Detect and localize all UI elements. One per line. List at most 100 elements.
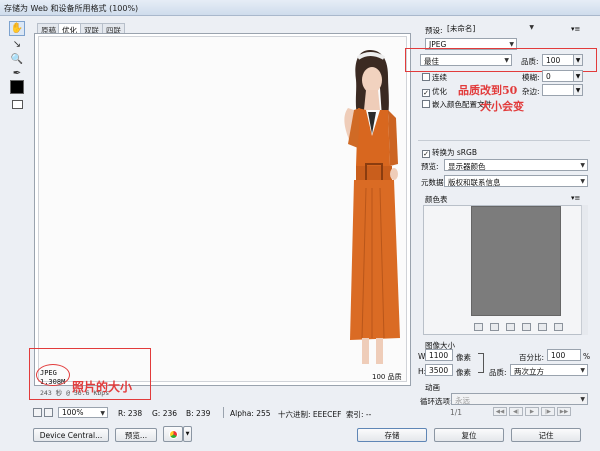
save-button[interactable]: 存储 — [357, 428, 427, 442]
eyedropper-tool-icon[interactable]: ✒ — [9, 66, 25, 81]
constrain-proportions-link-icon[interactable] — [478, 353, 484, 373]
color-table-menu-icon[interactable]: ▾≡ — [571, 194, 580, 202]
chevron-down-icon: ▼ — [580, 178, 585, 185]
percent-label: 百分比: — [519, 353, 545, 362]
quality-value: 100 — [546, 56, 561, 65]
previous-frame-icon: ◀| — [509, 407, 523, 416]
chevron-down-icon: ▼ — [509, 41, 514, 48]
status-red: R: 238 — [118, 409, 143, 418]
width-value: 1100 — [429, 351, 449, 360]
zoom-out-button[interactable] — [33, 408, 42, 417]
status-green: G: 236 — [152, 409, 178, 418]
save-label: 存储 — [384, 430, 400, 440]
preview-mode-label: 预览: — [421, 162, 439, 171]
status-alpha: Alpha: 255 — [230, 409, 271, 418]
width-unit: 像素 — [456, 353, 471, 362]
quality-annotation-line1: 品质改到50 — [458, 84, 518, 97]
height-input[interactable]: 3500 — [425, 364, 453, 376]
progressive-checkbox[interactable]: 连续 — [422, 72, 447, 83]
status-blue: B: 239 — [186, 409, 211, 418]
quality-preset-select[interactable]: 最佳 ▼ — [420, 54, 512, 66]
preview-mode-value: 显示器颜色 — [448, 162, 486, 171]
progressive-check-box[interactable] — [422, 73, 430, 81]
status-hex: 十六进制: EEECEF — [278, 410, 342, 419]
device-central-button[interactable]: Device Central... — [33, 428, 109, 442]
last-frame-icon: ▶▶ — [557, 407, 571, 416]
first-frame-icon: ◀◀ — [493, 407, 507, 416]
chevron-down-icon: ▼ — [580, 396, 585, 403]
chevron-down-icon: ▼ — [185, 431, 190, 437]
width-input[interactable]: 1100 — [425, 349, 453, 361]
metadata-label: 元数据: — [421, 178, 447, 187]
blur-dropdown-button[interactable]: ▼ — [573, 70, 583, 82]
next-frame-icon: |▶ — [541, 407, 555, 416]
resample-quality-value: 两次立方 — [514, 367, 544, 376]
web-shift-icon[interactable] — [490, 323, 499, 331]
convert-srgb-checkbox[interactable]: ✓ 转换为 sRGB — [422, 147, 477, 158]
chevron-down-icon: ▼ — [529, 24, 534, 31]
optimize-menu-icon[interactable]: ▾≡ — [571, 25, 580, 33]
preview-button[interactable]: 预览... — [115, 428, 157, 442]
preview-mode-select[interactable]: 显示器颜色 ▼ — [444, 159, 588, 171]
loop-select: 永远 ▼ — [451, 393, 588, 405]
matte-label: 杂边: — [522, 87, 540, 96]
embed-profile-check-box[interactable] — [422, 100, 430, 108]
quality-annotation-line2: 大小会变 — [480, 100, 524, 113]
metadata-value: 版权和联系信息 — [448, 178, 501, 187]
blur-label: 模糊: — [522, 73, 540, 82]
color-table-panel[interactable] — [423, 205, 588, 335]
zoom-in-button[interactable] — [44, 408, 53, 417]
title-bar: 存储为 Web 和设备所用格式 (100%) — [0, 0, 600, 16]
color-table-label: 颜色表 — [425, 195, 448, 204]
slice-select-tool-icon[interactable]: ↘ — [9, 37, 25, 52]
info-quality: 100 品质 — [372, 373, 402, 381]
remember-button[interactable]: 记住 — [511, 428, 581, 442]
quality-dropdown-button[interactable]: ▼ — [573, 54, 583, 66]
map-transparent-icon[interactable] — [474, 323, 483, 331]
optimized-check-icon[interactable]: ✓ — [422, 89, 430, 97]
remember-label: 记住 — [538, 430, 554, 440]
zoom-tool-icon[interactable]: 🔍 — [9, 52, 25, 67]
browser-preview-button[interactable] — [163, 426, 183, 442]
chevron-down-icon: ▼ — [504, 57, 509, 64]
preset-value: [未命名] — [447, 24, 476, 33]
chevron-down-icon: ▼ — [575, 86, 581, 94]
color-table-scrollbar[interactable] — [581, 205, 588, 335]
quality-preset-value: 最佳 — [424, 57, 439, 66]
add-color-icon[interactable] — [522, 323, 531, 331]
lock-color-icon[interactable] — [506, 323, 515, 331]
trash-icon[interactable] — [554, 323, 563, 331]
reset-label: 复位 — [461, 430, 477, 440]
preset-select[interactable]: [未命名] ▼ — [444, 22, 536, 34]
hand-tool-icon[interactable]: ✋ — [9, 21, 25, 36]
status-bar: 100% ▼ R: 238 G: 236 B: 239 Alpha: 255 十六… — [30, 406, 414, 419]
chevron-down-icon: ▼ — [580, 162, 585, 169]
metadata-select[interactable]: 版权和联系信息 ▼ — [444, 175, 588, 187]
percent-input[interactable]: 100 — [547, 349, 581, 361]
preset-label: 预设: — [425, 26, 443, 35]
quality-label: 品质: — [521, 57, 539, 66]
percent-unit: % — [583, 352, 591, 361]
new-color-icon[interactable] — [538, 323, 547, 331]
chevron-down-icon: ▼ — [580, 367, 585, 374]
status-divider — [223, 407, 224, 418]
matte-dropdown-button[interactable]: ▼ — [573, 84, 583, 96]
toggle-slices-icon[interactable] — [12, 100, 23, 109]
blur-value: 0 — [546, 72, 551, 81]
resample-quality-select[interactable]: 两次立方 ▼ — [510, 364, 588, 376]
resample-quality-label: 品质: — [489, 368, 507, 377]
height-value: 3500 — [429, 366, 449, 375]
height-unit: 像素 — [456, 368, 471, 377]
zoom-select[interactable]: 100% ▼ — [58, 407, 108, 418]
eyedropper-color-swatch[interactable] — [10, 80, 24, 94]
loop-label: 循环选项: — [420, 397, 453, 406]
frame-counter: 1/1 — [450, 408, 463, 417]
chevron-down-icon: ▼ — [575, 72, 581, 80]
animation-label: 动画 — [425, 383, 440, 392]
optimized-checkbox[interactable]: ✓ 优化 — [422, 86, 447, 97]
convert-srgb-label: 转换为 sRGB — [432, 148, 477, 157]
browser-dropdown-button[interactable]: ▼ — [183, 426, 192, 442]
reset-button[interactable]: 复位 — [434, 428, 504, 442]
convert-srgb-check-icon[interactable]: ✓ — [422, 150, 430, 158]
loop-value: 永远 — [455, 396, 470, 405]
